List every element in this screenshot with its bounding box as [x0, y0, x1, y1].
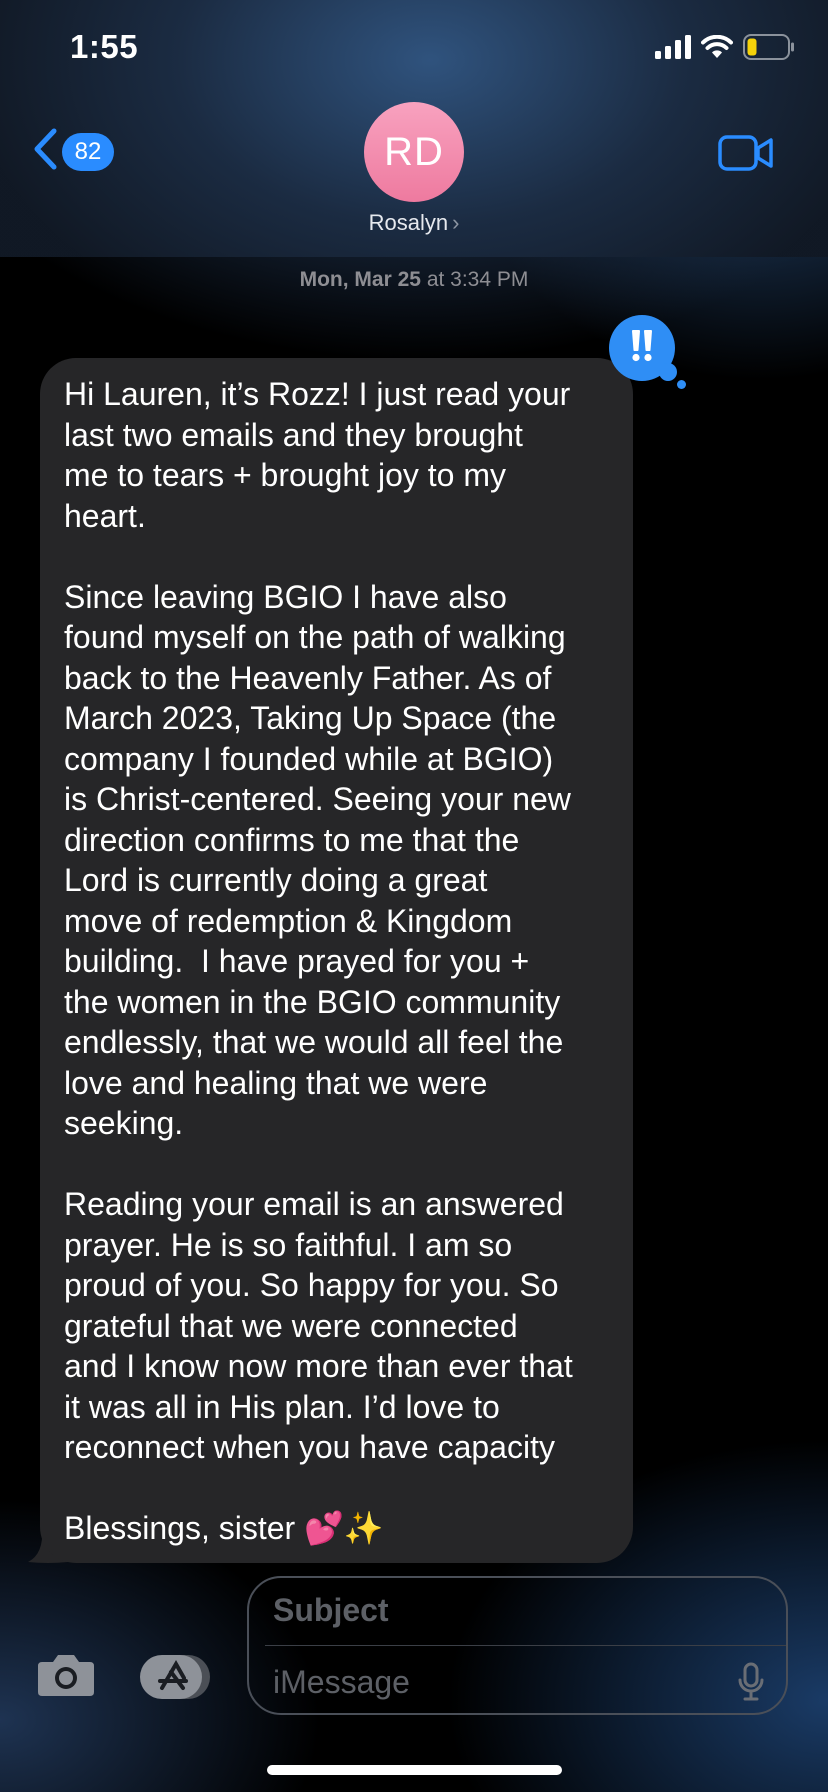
dictation-button[interactable]: [738, 1662, 764, 1707]
message-composer: Subject iMessage: [247, 1576, 788, 1715]
microphone-icon: [738, 1662, 764, 1706]
battery-icon: [743, 33, 795, 65]
home-indicator[interactable]: [267, 1765, 562, 1775]
reaction-tail-dot: [659, 363, 677, 381]
conversation-header: 1:55 82 RD Rosalyn ›: [0, 0, 828, 257]
timestamp-time: at 3:34 PM: [426, 268, 529, 291]
status-time: 1:55: [70, 28, 139, 65]
double-exclamation-icon: [624, 329, 660, 368]
contact-avatar[interactable]: RD: [364, 102, 464, 202]
camera-icon: [36, 1655, 96, 1702]
app-store-icon: [138, 1655, 214, 1704]
chevron-left-icon: [32, 128, 58, 175]
signal-icon: [655, 34, 691, 64]
app-store-button[interactable]: [138, 1654, 214, 1705]
wifi-icon: [701, 34, 733, 64]
reaction-tail-dot: [677, 380, 686, 389]
back-button[interactable]: 82: [32, 128, 114, 175]
composer-divider: [265, 1645, 786, 1646]
subject-field[interactable]: Subject: [273, 1592, 389, 1629]
camera-button[interactable]: [36, 1652, 96, 1703]
video-camera-icon: [718, 135, 774, 176]
status-icons: [655, 33, 795, 65]
message-input[interactable]: iMessage: [273, 1664, 410, 1701]
facetime-video-button[interactable]: [718, 134, 774, 177]
unread-count-badge: 82: [62, 132, 114, 171]
messages-screen: 1:55 82 RD Rosalyn › Mon, Mar 25 at 3:34…: [0, 0, 828, 1792]
chevron-right-icon: ›: [452, 210, 460, 235]
message-timestamp: Mon, Mar 25 at 3:34 PM: [0, 268, 828, 292]
contact-name: Rosalyn: [368, 210, 449, 235]
contact-name-button[interactable]: Rosalyn ›: [0, 210, 828, 236]
timestamp-day: Mon, Mar 25: [299, 268, 421, 291]
incoming-message-bubble[interactable]: Hi Lauren, it’s Rozz! I just read your l…: [40, 358, 633, 1563]
